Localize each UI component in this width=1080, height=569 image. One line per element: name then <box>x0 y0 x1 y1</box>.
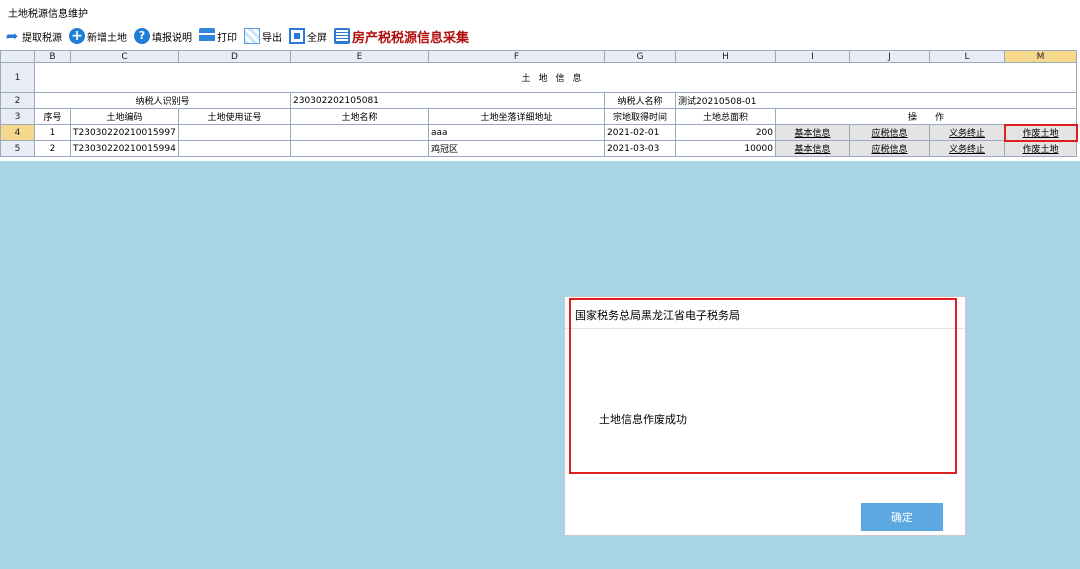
print-button[interactable]: 打印 <box>199 28 237 44</box>
basic-info-link[interactable]: 基本信息 <box>775 140 850 157</box>
terminate-link[interactable]: 义务终止 <box>929 140 1005 157</box>
corner-cell <box>0 50 35 63</box>
row-number[interactable]: 2 <box>0 92 35 109</box>
cell-area[interactable]: 10000 <box>675 140 776 157</box>
col-header-f[interactable]: F <box>428 50 605 63</box>
cell-land-cert[interactable] <box>178 140 291 157</box>
header-land-name: 土地名称 <box>290 108 429 125</box>
ok-button[interactable]: 确定 <box>861 503 943 531</box>
row-number[interactable]: 3 <box>0 108 35 125</box>
window-title: 土地税源信息维护 <box>0 0 1080 22</box>
taxpayer-id-value[interactable]: 230302202105081 <box>290 92 605 109</box>
table-row: 4 1 T23030220210015997 aaa 2021-02-01 20… <box>0 123 1078 142</box>
module-title-label: 房产税税源信息采集 <box>352 30 470 46</box>
export-button[interactable]: 导出 <box>244 28 282 44</box>
tax-info-link[interactable]: 应税信息 <box>849 124 930 141</box>
fetch-label: 提取税源 <box>22 32 62 44</box>
void-land-link[interactable]: 作废土地 <box>1004 140 1077 157</box>
cell-land-name[interactable] <box>290 124 429 141</box>
add-label: 新增土地 <box>87 32 127 44</box>
tax-info-link[interactable]: 应税信息 <box>849 140 930 157</box>
cell-acquire-date[interactable]: 2021-02-01 <box>604 124 676 141</box>
arrow-icon: ➦ <box>5 27 19 45</box>
row-number[interactable]: 1 <box>0 62 35 93</box>
cell-land-code[interactable]: T23030220210015994 <box>70 140 179 157</box>
dialog-message: 土地信息作废成功 <box>599 413 687 426</box>
print-label: 打印 <box>217 32 237 44</box>
fullscreen-label: 全屏 <box>307 32 327 44</box>
cell-area[interactable]: 200 <box>675 124 776 141</box>
dialog-title: 国家税务总局黑龙江省电子税务局 <box>565 297 965 329</box>
spreadsheet: B C D E F G H I J L M 1 土地信息 2 纳税人识别号 23… <box>0 50 1080 157</box>
col-header-c[interactable]: C <box>70 50 179 63</box>
row-number[interactable]: 4 <box>0 124 35 141</box>
sheet-row-3: 3 序号 土地编码 土地使用证号 土地名称 土地坐落详细地址 宗地取得时间 土地… <box>0 108 1077 125</box>
cell-seq[interactable]: 1 <box>34 124 71 141</box>
col-header-e[interactable]: E <box>290 50 429 63</box>
col-header-i[interactable]: I <box>775 50 850 63</box>
help-icon: ? <box>134 28 150 44</box>
message-dialog: 国家税务总局黑龙江省电子税务局 土地信息作废成功 确定 <box>564 296 966 536</box>
fullscreen-icon <box>289 28 305 44</box>
column-header-row: B C D E F G H I J L M <box>0 50 1077 63</box>
basic-info-link[interactable]: 基本信息 <box>775 124 850 141</box>
cell-land-name[interactable] <box>290 140 429 157</box>
add-land-button[interactable]: + 新增土地 <box>69 28 127 44</box>
header-seq: 序号 <box>34 108 71 125</box>
clipboard-icon <box>334 28 350 44</box>
col-header-g[interactable]: G <box>604 50 676 63</box>
header-land-cert: 土地使用证号 <box>178 108 291 125</box>
fetch-tax-source-button[interactable]: ➦ 提取税源 <box>4 28 62 44</box>
taxpayer-name-value[interactable]: 测试20210508-01 <box>675 92 1077 109</box>
cell-acquire-date[interactable]: 2021-03-03 <box>604 140 676 157</box>
sheet-title: 土地信息 <box>34 62 1077 93</box>
header-area: 土地总面积 <box>675 108 776 125</box>
col-header-j[interactable]: J <box>849 50 930 63</box>
header-land-code: 土地编码 <box>70 108 179 125</box>
header-acquire-date: 宗地取得时间 <box>604 108 676 125</box>
help-label: 填报说明 <box>152 32 192 44</box>
export-icon <box>244 28 260 44</box>
sheet-row-1: 1 土地信息 <box>0 62 1077 93</box>
header-operations: 操 作 <box>775 108 1077 125</box>
sheet-row-2: 2 纳税人识别号 230302202105081 纳税人名称 测试2021050… <box>0 92 1077 109</box>
cell-address[interactable]: 鸡冠区 <box>428 140 605 157</box>
fullscreen-button[interactable]: 全屏 <box>289 28 327 44</box>
help-button[interactable]: ? 填报说明 <box>134 28 192 44</box>
header-address: 土地坐落详细地址 <box>428 108 605 125</box>
terminate-link[interactable]: 义务终止 <box>929 124 1005 141</box>
cell-land-cert[interactable] <box>178 124 291 141</box>
taxpayer-id-label: 纳税人识别号 <box>34 92 291 109</box>
col-header-h[interactable]: H <box>675 50 776 63</box>
cell-land-code[interactable]: T23030220210015997 <box>70 124 179 141</box>
row-number[interactable]: 5 <box>0 140 35 157</box>
printer-icon <box>199 28 215 44</box>
taxpayer-name-label: 纳税人名称 <box>604 92 676 109</box>
col-header-b[interactable]: B <box>34 50 71 63</box>
void-land-link[interactable]: 作废土地 <box>1003 123 1078 142</box>
cell-address[interactable]: aaa <box>428 124 605 141</box>
plus-icon: + <box>69 28 85 44</box>
module-title: 房产税税源信息采集 <box>334 27 469 46</box>
export-label: 导出 <box>262 32 282 44</box>
cell-seq[interactable]: 2 <box>34 140 71 157</box>
col-header-l[interactable]: L <box>929 50 1005 63</box>
col-header-m[interactable]: M <box>1004 50 1077 63</box>
col-header-d[interactable]: D <box>178 50 291 63</box>
toolbar: ➦ 提取税源 + 新增土地 ? 填报说明 打印 导出 全屏 房产税税源信息采集 <box>0 24 1080 48</box>
table-row: 5 2 T23030220210015994 鸡冠区 2021-03-03 10… <box>0 140 1077 157</box>
